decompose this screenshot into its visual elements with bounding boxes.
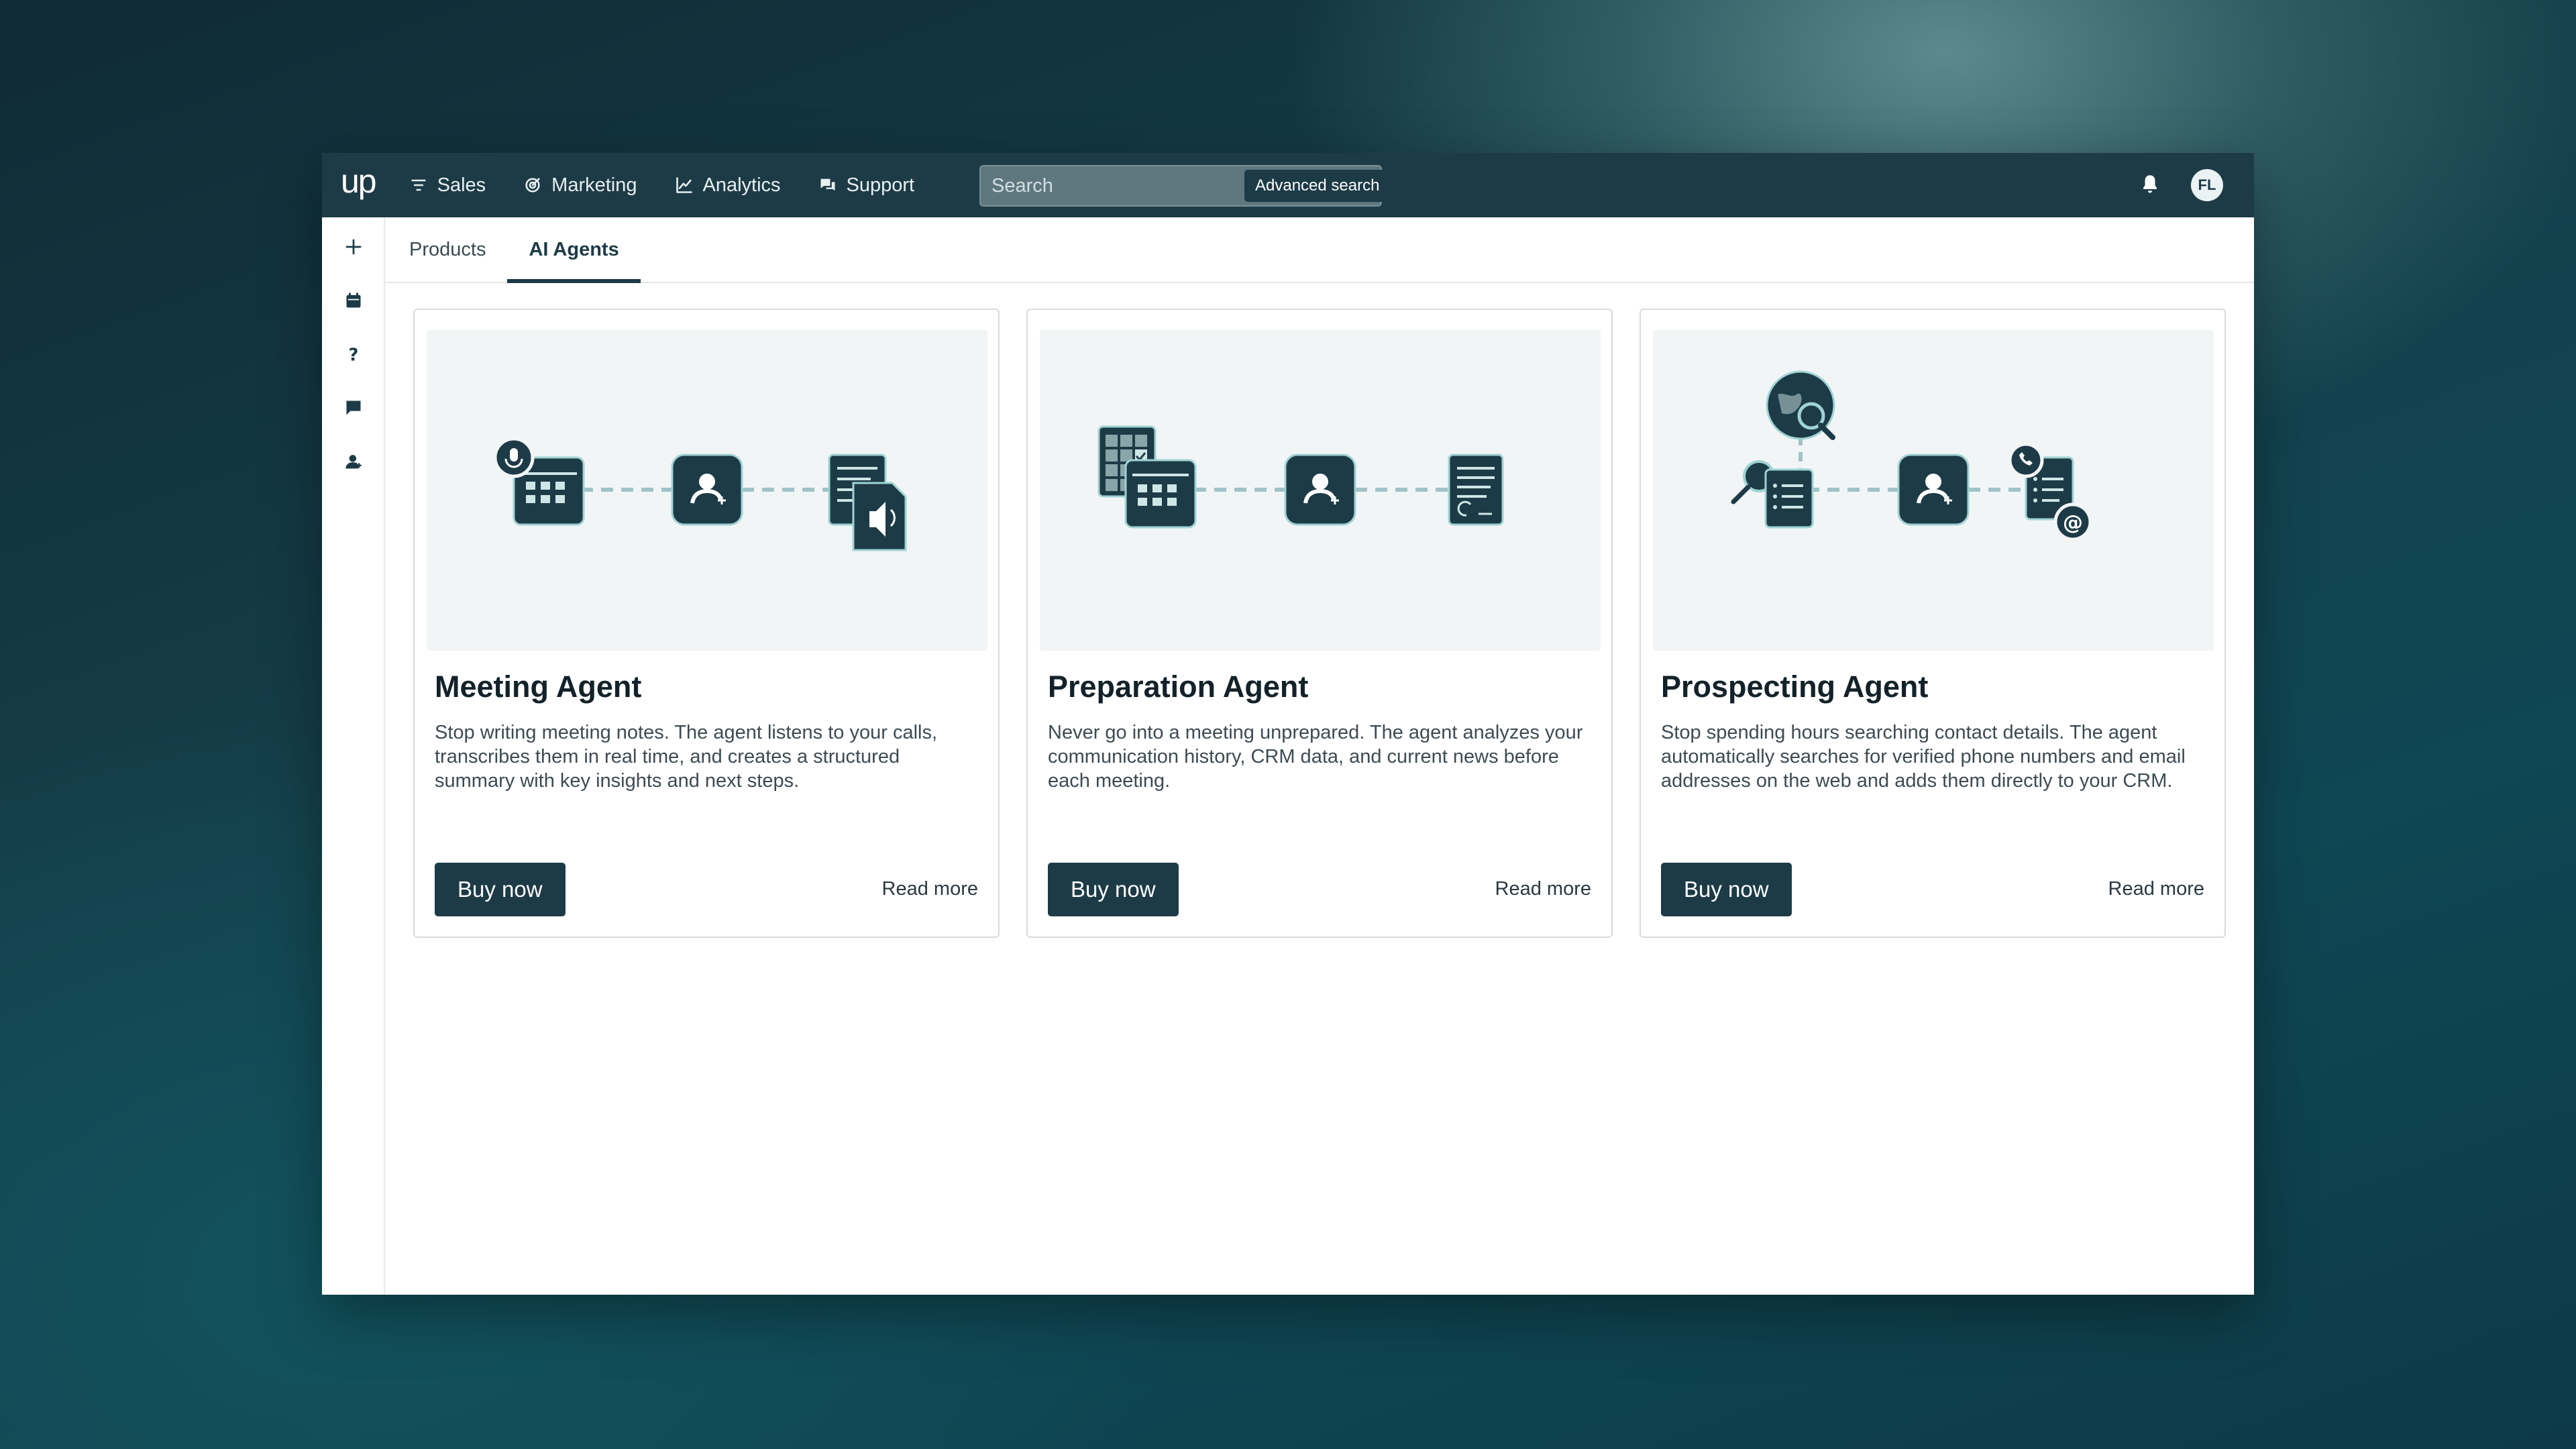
buy-now-button[interactable]: Buy now <box>1661 863 1792 916</box>
card-description: Never go into a meeting unprepared. The … <box>1048 722 1583 792</box>
globe-search-icon <box>1766 370 1835 440</box>
calendar-icon[interactable] <box>341 288 366 313</box>
app-logo[interactable]: up <box>341 164 377 198</box>
svg-text:@: @ <box>2063 511 2083 535</box>
read-more-link[interactable]: Read more <box>882 878 978 900</box>
nav-support[interactable]: Support <box>818 174 915 197</box>
nav-marketing-label: Marketing <box>551 174 637 196</box>
contact-list-icon: @ <box>2008 442 2092 541</box>
meeting-agent-illustration <box>427 330 987 651</box>
tab-products[interactable]: Products <box>409 217 507 282</box>
agent-user-icon <box>671 453 743 526</box>
calendar-icon <box>1124 459 1197 529</box>
app-window: up Sales Marketing Analytics Support Adv… <box>322 153 2254 1295</box>
advanced-search-button[interactable]: Advanced search <box>1244 170 1391 202</box>
search-bar: Advanced search <box>979 165 1391 207</box>
chat-bubbles-icon <box>820 178 835 191</box>
card-description: Stop writing meeting notes. The agent li… <box>435 722 938 792</box>
nav-sales-label: Sales <box>437 174 486 196</box>
trend-chart-icon <box>676 177 692 193</box>
document-audio-icon <box>828 453 907 551</box>
buy-now-button[interactable]: Buy now <box>435 863 566 916</box>
card-title: Preparation Agent <box>1048 669 1309 704</box>
user-icon[interactable] <box>341 449 366 474</box>
read-more-link[interactable]: Read more <box>2108 878 2204 900</box>
help-icon[interactable]: ? <box>341 342 366 366</box>
search-input[interactable] <box>991 174 1244 197</box>
microphone-icon <box>493 437 535 478</box>
card-description: Stop spending hours searching contact de… <box>1661 722 2186 792</box>
agent-card-prospecting: @ Prospecting Agent Stop spending hours … <box>1640 309 2226 938</box>
target-icon <box>525 178 540 193</box>
filter-icon <box>411 179 426 191</box>
preparation-agent-illustration <box>1040 330 1601 651</box>
search-profile-icon <box>1731 460 1814 529</box>
nav-support-label: Support <box>846 174 915 196</box>
report-document-icon <box>1448 453 1504 526</box>
user-avatar[interactable]: FL <box>2191 169 2223 201</box>
tab-ai-agents[interactable]: AI Agents <box>507 217 641 283</box>
agent-card-preparation: Preparation Agent Never go into a meetin… <box>1026 309 1613 938</box>
tab-bar: Products AI Agents <box>385 217 2254 283</box>
plus-icon[interactable] <box>341 235 366 259</box>
nav-analytics[interactable]: Analytics <box>675 174 781 197</box>
read-more-link[interactable]: Read more <box>1495 878 1591 900</box>
buy-now-button[interactable]: Buy now <box>1048 863 1179 916</box>
top-navigation-bar: up Sales Marketing Analytics Support Adv… <box>322 153 2254 217</box>
card-title: Prospecting Agent <box>1661 669 1929 704</box>
nav-marketing[interactable]: Marketing <box>523 174 637 197</box>
comment-icon[interactable] <box>341 396 366 420</box>
nav-analytics-label: Analytics <box>702 174 781 196</box>
nav-sales[interactable]: Sales <box>409 174 486 197</box>
prospecting-agent-illustration: @ <box>1653 330 2214 651</box>
card-title: Meeting Agent <box>435 669 642 704</box>
left-sidebar: ? <box>322 217 385 1295</box>
agent-cards: Meeting Agent Stop writing meeting notes… <box>413 309 2226 938</box>
notification-bell-icon[interactable] <box>2140 173 2160 199</box>
agent-user-icon <box>1284 453 1356 526</box>
agent-card-meeting: Meeting Agent Stop writing meeting notes… <box>413 309 1000 938</box>
svg-text:?: ? <box>349 345 359 364</box>
agent-user-icon <box>1897 453 1970 526</box>
